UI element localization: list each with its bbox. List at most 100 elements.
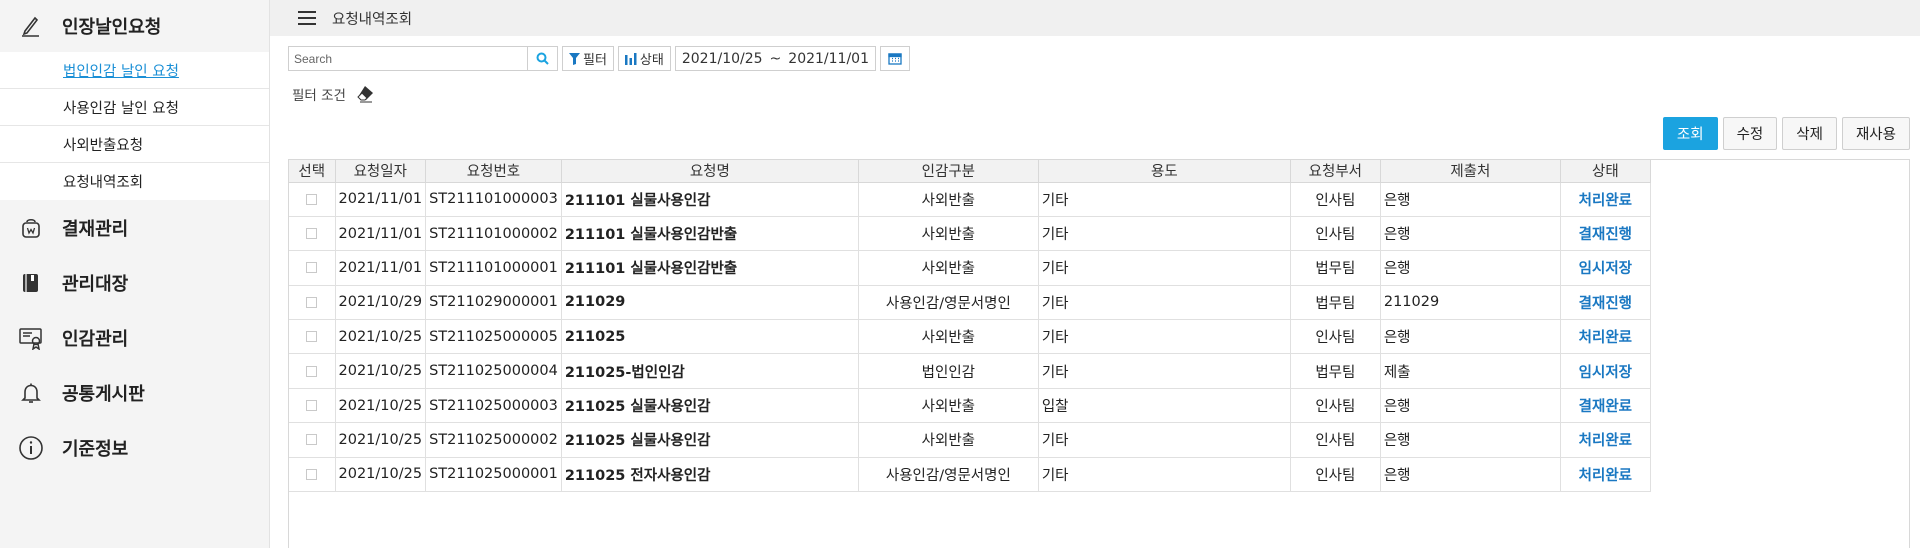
menu-label: 관리대장 bbox=[62, 273, 129, 295]
ledger-book-icon bbox=[0, 271, 62, 295]
status-cell[interactable]: 처리완료 bbox=[1560, 422, 1651, 458]
header-request-date[interactable]: 요청일자 bbox=[335, 160, 427, 183]
status-cell[interactable]: 처리완료 bbox=[1560, 182, 1651, 217]
search-button[interactable] bbox=[527, 47, 557, 70]
submenu-request-history[interactable]: 요청내역조회 bbox=[0, 163, 269, 200]
status-cell[interactable]: 임시저장 bbox=[1560, 250, 1651, 286]
status-cell[interactable]: 결재진행 bbox=[1560, 216, 1651, 252]
request-grid: 선택 요청일자 요청번호 요청명 인감구분 용도 요청부서 제출처 상태 2021/11/01 S… bbox=[288, 159, 1910, 548]
hamburger-menu-icon[interactable] bbox=[298, 11, 316, 25]
request-date-cell: 2021/11/01 bbox=[335, 182, 427, 217]
menu-label: 결재관리 bbox=[62, 218, 129, 240]
purpose-cell: 입찰 bbox=[1038, 388, 1291, 424]
table-row[interactable]: 2021/10/25 ST211025000001 211025 전자사용인감 사용인… bbox=[289, 457, 1651, 493]
search-input[interactable] bbox=[289, 47, 527, 70]
table-row[interactable]: 2021/10/25 ST211025000004 211025-법인인감 법인인감 기… bbox=[289, 353, 1651, 389]
search-action-button[interactable]: 조회 bbox=[1662, 117, 1718, 150]
submit-to-cell: 은행 bbox=[1380, 422, 1561, 458]
request-name-cell: 211025-법인인감 bbox=[561, 353, 859, 389]
menu-ledger[interactable]: 관리대장 bbox=[0, 255, 269, 310]
purpose-cell: 기타 bbox=[1038, 457, 1291, 493]
reuse-button[interactable]: 재사용 bbox=[1841, 117, 1910, 150]
status-cell[interactable]: 결재진행 bbox=[1560, 285, 1651, 321]
menu-approval[interactable]: 결재관리 bbox=[0, 200, 269, 255]
header-select[interactable]: 선택 bbox=[289, 160, 336, 183]
submenu: 법인인감 날인 요청 사용인감 날인 요청 사외반출요청 요청내역조회 bbox=[0, 52, 269, 200]
row-checkbox[interactable] bbox=[306, 296, 318, 308]
page-title: 요청내역조회 bbox=[332, 11, 413, 28]
table-row[interactable]: 2021/11/01 ST211101000002 211101 실물사용인감반출 사… bbox=[289, 216, 1651, 252]
department-cell: 인사팀 bbox=[1290, 319, 1381, 355]
menu-seal-request[interactable]: 인장날인요청 bbox=[0, 0, 269, 52]
request-date-cell: 2021/10/25 bbox=[335, 457, 427, 493]
status-cell[interactable]: 처리완료 bbox=[1560, 319, 1651, 355]
request-no-cell: ST211101000002 bbox=[425, 216, 562, 252]
menu-reference-info[interactable]: 기준정보 bbox=[0, 420, 269, 475]
search-icon bbox=[536, 52, 549, 65]
submenu-external-takeout-request[interactable]: 사외반출요청 bbox=[0, 126, 269, 163]
department-cell: 인사팀 bbox=[1290, 422, 1381, 458]
delete-button[interactable]: 삭제 bbox=[1782, 117, 1837, 150]
filter-button-label: 필터 bbox=[583, 53, 607, 68]
header-request-name[interactable]: 요청명 bbox=[561, 160, 859, 183]
filter-button[interactable]: 필터 bbox=[562, 46, 614, 71]
submit-to-cell: 은행 bbox=[1380, 250, 1561, 286]
menu-label: 기준정보 bbox=[62, 438, 129, 460]
filter-condition-row: 필터 조건 bbox=[292, 84, 376, 104]
submit-to-cell: 은행 bbox=[1380, 457, 1561, 493]
edit-button[interactable]: 수정 bbox=[1722, 117, 1778, 150]
submenu-usage-seal-request[interactable]: 사용인감 날인 요청 bbox=[0, 89, 269, 126]
table-header-row: 선택 요청일자 요청번호 요청명 인감구분 용도 요청부서 제출처 상태 bbox=[289, 160, 1651, 183]
menu-seal-management[interactable]: 인감관리 bbox=[0, 310, 269, 365]
status-cell[interactable]: 처리완료 bbox=[1560, 457, 1651, 493]
request-no-cell: ST211025000003 bbox=[425, 388, 562, 424]
menu-label: 공통게시판 bbox=[62, 383, 145, 405]
select-cell bbox=[289, 319, 336, 355]
row-checkbox[interactable] bbox=[306, 228, 318, 240]
table-row[interactable]: 2021/10/29 ST211029000001 211029 사용인감/영문서명인… bbox=[289, 285, 1651, 321]
department-cell: 인사팀 bbox=[1290, 182, 1381, 217]
status-button[interactable]: 상태 bbox=[617, 46, 671, 71]
seal-type-cell: 사용인감/영문서명인 bbox=[858, 457, 1039, 493]
toolbar: 필터 상태 2021/10/25 ~ 2021/11/01 bbox=[288, 46, 910, 71]
submit-to-cell: 은행 bbox=[1380, 182, 1561, 217]
submenu-corporate-seal-request[interactable]: 법인인감 날인 요청 bbox=[0, 52, 269, 89]
header-seal-type[interactable]: 인감구분 bbox=[858, 160, 1039, 183]
request-date-cell: 2021/11/01 bbox=[335, 250, 427, 286]
row-checkbox[interactable] bbox=[306, 331, 318, 343]
header-purpose[interactable]: 용도 bbox=[1038, 160, 1291, 183]
table-row[interactable]: 2021/10/25 ST211025000003 211025 실물사용인감 사외반… bbox=[289, 388, 1651, 424]
status-cell[interactable]: 임시저장 bbox=[1560, 353, 1651, 389]
menu-common-board[interactable]: 공통게시판 bbox=[0, 365, 269, 420]
request-no-cell: ST211025000002 bbox=[425, 422, 562, 458]
request-no-cell: ST211025000005 bbox=[425, 319, 562, 355]
request-date-cell: 2021/10/29 bbox=[335, 285, 427, 321]
header-submit-to[interactable]: 제출처 bbox=[1380, 160, 1561, 183]
row-checkbox[interactable] bbox=[306, 400, 318, 412]
calendar-button[interactable] bbox=[879, 46, 910, 71]
row-checkbox[interactable] bbox=[306, 434, 318, 446]
table-row[interactable]: 2021/11/01 ST211101000001 211101 실물사용인감반출 사… bbox=[289, 250, 1651, 286]
table-row[interactable]: 2021/10/25 ST211025000002 211025 실물사용인감 사외반… bbox=[289, 422, 1651, 458]
row-checkbox[interactable] bbox=[306, 193, 318, 205]
request-date-cell: 2021/10/25 bbox=[335, 422, 427, 458]
purpose-cell: 기타 bbox=[1038, 285, 1291, 321]
seal-certificate-icon bbox=[0, 326, 62, 350]
row-checkbox[interactable] bbox=[306, 262, 318, 274]
eraser-icon[interactable] bbox=[356, 85, 376, 103]
status-button-label: 상태 bbox=[639, 53, 664, 68]
row-checkbox[interactable] bbox=[306, 468, 318, 480]
request-no-cell: ST211025000004 bbox=[425, 353, 562, 389]
header-status[interactable]: 상태 bbox=[1560, 160, 1651, 183]
date-range-field[interactable]: 2021/10/25 ~ 2021/11/01 bbox=[674, 46, 876, 71]
select-cell bbox=[289, 216, 336, 252]
row-checkbox[interactable] bbox=[306, 365, 318, 377]
menu-label: 인감관리 bbox=[62, 328, 129, 350]
header-request-no[interactable]: 요청번호 bbox=[425, 160, 562, 183]
header-department[interactable]: 요청부서 bbox=[1290, 160, 1381, 183]
table-row[interactable]: 2021/11/01 ST211101000003 211101 실물사용인감 사외반… bbox=[289, 182, 1651, 217]
purpose-cell: 기타 bbox=[1038, 250, 1291, 286]
table-row[interactable]: 2021/10/25 ST211025000005 211025 사외반출 기타 인사팀 은… bbox=[289, 319, 1651, 355]
status-cell[interactable]: 결재완료 bbox=[1560, 388, 1651, 424]
seal-type-cell: 사외반출 bbox=[858, 216, 1039, 252]
